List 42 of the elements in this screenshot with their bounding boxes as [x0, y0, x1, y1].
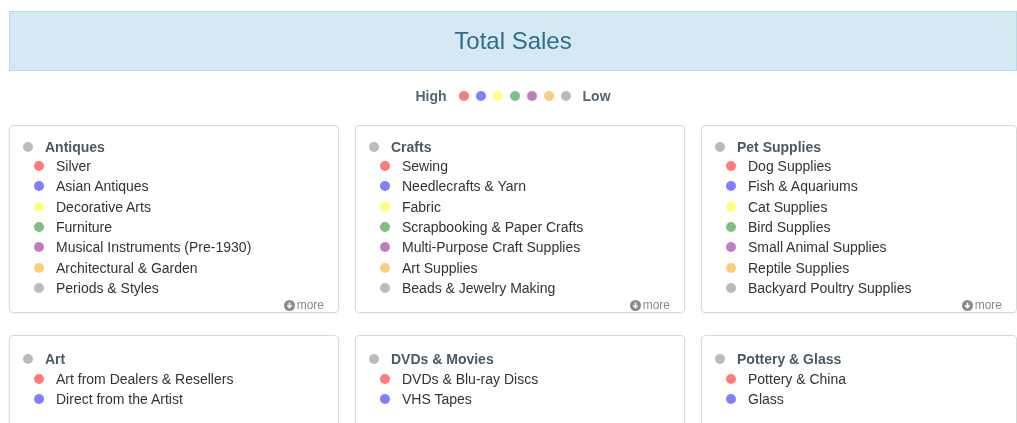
subcategory-link[interactable]: Asian Antiques: [56, 178, 149, 195]
subcategory-link[interactable]: Musical Instruments (Pre-1930): [56, 239, 252, 256]
subcategory-link[interactable]: Multi-Purpose Craft Supplies: [402, 239, 581, 256]
subcategory-link[interactable]: DVDs & Blu-ray Discs: [402, 371, 539, 388]
subcategory-link[interactable]: Decorative Arts: [56, 198, 151, 215]
subcategory-link[interactable]: Bird Supplies: [748, 218, 831, 235]
subcategory-link[interactable]: Architectural & Garden: [56, 259, 198, 276]
subcategory-link[interactable]: Dog Supplies: [748, 158, 832, 175]
more-link[interactable]: more: [283, 298, 324, 312]
more-link[interactable]: more: [961, 298, 1002, 312]
subcategory-link[interactable]: Small Animal Supplies: [748, 239, 887, 256]
subcategory-link[interactable]: Silver: [56, 158, 91, 175]
subcategory-link[interactable]: Scrapbooking & Paper Crafts: [402, 218, 584, 235]
subcategory-link[interactable]: Fish & Aquariums: [748, 178, 858, 195]
expand-down-icon: [629, 299, 641, 311]
subcategory-link[interactable]: Cat Supplies: [748, 198, 828, 215]
subcategory-link[interactable]: Backyard Poultry Supplies: [748, 279, 912, 296]
subcategory-link[interactable]: VHS Tapes: [402, 391, 472, 408]
more-link[interactable]: more: [629, 298, 670, 312]
subcategory-link[interactable]: Periods & Styles: [56, 279, 159, 296]
subcategory-link[interactable]: Direct from the Artist: [56, 391, 183, 408]
subcategory-link[interactable]: Sewing: [402, 158, 448, 175]
page-title: Total Sales: [454, 27, 572, 55]
subcategory-link[interactable]: Glass: [748, 391, 784, 408]
subcategory-link[interactable]: Needlecrafts & Yarn: [402, 178, 526, 195]
subcategory-link[interactable]: Furniture: [56, 218, 113, 235]
category-title[interactable]: Pottery & Glass: [737, 351, 842, 367]
subcategory-link[interactable]: Beads & Jewelry Making: [402, 279, 556, 296]
subcategory-link[interactable]: Reptile Supplies: [748, 259, 850, 276]
category-title[interactable]: Art: [45, 351, 66, 367]
category-title[interactable]: DVDs & Movies: [391, 351, 494, 367]
subcategory-link[interactable]: Pottery & China: [748, 371, 847, 388]
expand-down-icon: [283, 299, 295, 311]
category-title[interactable]: Pet Supplies: [737, 139, 822, 156]
subcategory-link[interactable]: Fabric: [402, 198, 441, 215]
legend-high-label: High: [415, 88, 447, 104]
legend-low-label: Low: [582, 88, 611, 104]
subcategory-link[interactable]: Art Supplies: [402, 259, 478, 276]
category-title[interactable]: Antiques: [45, 139, 105, 156]
subcategory-link[interactable]: Art from Dealers & Resellers: [56, 371, 234, 388]
expand-down-icon: [961, 299, 973, 311]
category-title[interactable]: Crafts: [391, 139, 432, 156]
